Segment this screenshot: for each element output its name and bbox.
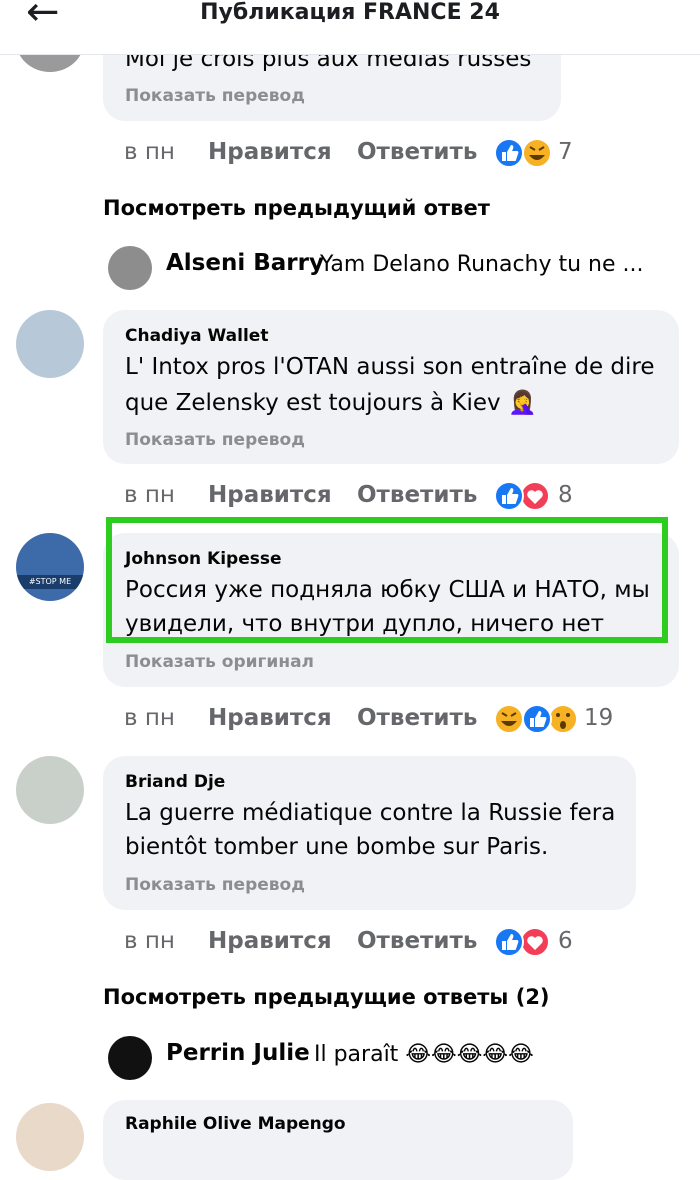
comment-bubble: Briand Dje La guerre médiatique contre l… — [103, 756, 636, 910]
show-original-link[interactable]: Показать оригинал — [125, 652, 314, 672]
view-previous-reply-link[interactable]: Посмотреть предыдущий ответ — [103, 196, 490, 220]
reactions-icon[interactable] — [493, 137, 553, 169]
reply-author: Perrin Julie — [166, 1040, 310, 1066]
like-button[interactable]: Нравится — [208, 478, 332, 512]
avatar-badge: #STOP ME — [16, 575, 84, 589]
laughing-emojis: 😂😂😂😂😂 — [405, 1042, 534, 1067]
reply-preview[interactable]: Alseni Barry Yam Delano Runachy tu ne ..… — [108, 246, 668, 292]
avatar[interactable] — [16, 310, 84, 378]
reply-preview[interactable]: Perrin Julie Il paraît 😂😂😂😂😂 — [108, 1036, 588, 1082]
comment-bubble: Chadiya Wallet L' Intox pros l'OTAN auss… — [103, 310, 679, 464]
reply-button[interactable]: Ответить — [357, 701, 477, 735]
comment-author[interactable]: Briand Dje — [125, 772, 225, 792]
like-button[interactable]: Нравится — [208, 924, 332, 958]
comment-actions: в пн Нравится Ответить 8 — [124, 478, 594, 512]
avatar[interactable] — [16, 756, 84, 824]
comment-actions: в пн Нравится Ответить 7 — [124, 135, 594, 169]
show-translation-link[interactable]: Показать перевод — [125, 875, 305, 895]
reaction-count[interactable]: 19 — [584, 701, 613, 735]
reply-button[interactable]: Ответить — [357, 478, 477, 512]
reaction-count[interactable]: 8 — [558, 478, 573, 512]
comment-time: в пн — [124, 139, 175, 165]
comment-author[interactable]: Raphile Olive Mapengo — [125, 1114, 346, 1134]
like-button[interactable]: Нравится — [208, 135, 332, 169]
comment-actions: в пн Нравится Ответить 19 — [124, 701, 624, 735]
show-translation-link[interactable]: Показать перевод — [125, 86, 305, 106]
comment-time: в пн — [124, 705, 175, 731]
page-title: Публикация FRANCE 24 — [200, 0, 500, 25]
reply-button[interactable]: Ответить — [357, 135, 477, 169]
comment-actions: в пн Нравится Ответить 6 — [124, 924, 594, 958]
comment-text-line-1: L' Intox pros l'OTAN aussi son entraîne … — [125, 354, 655, 380]
avatar — [108, 1036, 152, 1080]
reply-author: Alseni Barry — [166, 250, 324, 276]
view-previous-replies-link[interactable]: Посмотреть предыдущие ответы (2) — [103, 985, 550, 1009]
reactions-icon[interactable] — [493, 926, 553, 958]
comment-time: в пн — [124, 928, 175, 954]
highlight-frame — [106, 517, 668, 643]
comment-bubble: Raphile Olive Mapengo — [103, 1100, 573, 1180]
avatar[interactable] — [16, 1103, 84, 1171]
comment-text-line-2: que Zelensky est toujours à Kiev — [125, 390, 501, 416]
comment-time: в пн — [124, 482, 175, 508]
reply-button[interactable]: Ответить — [357, 924, 477, 958]
reaction-count[interactable]: 6 — [558, 924, 573, 958]
comment-text-line-2-wrap: que Zelensky est toujours à Kiev 🤦‍♀️ — [125, 386, 537, 420]
reply-snippet: Il paraît 😂😂😂😂😂 — [314, 1042, 534, 1067]
face-palm-emoji: 🤦‍♀️ — [507, 390, 537, 416]
reply-snippet: Yam Delano Runachy tu ne ... — [320, 252, 644, 277]
avatar — [108, 246, 152, 290]
show-translation-link[interactable]: Показать перевод — [125, 430, 305, 450]
comment-author[interactable]: Chadiya Wallet — [125, 326, 268, 346]
reactions-icon[interactable] — [493, 480, 553, 512]
reply-snippet-text: Il paraît — [314, 1042, 399, 1067]
reactions-icon[interactable] — [493, 703, 581, 735]
top-bar: ← Публикация FRANCE 24 — [0, 0, 700, 55]
avatar[interactable]: #STOP ME — [16, 533, 84, 601]
like-button[interactable]: Нравится — [208, 701, 332, 735]
reaction-count[interactable]: 7 — [558, 135, 573, 169]
comment-text-line-2: bientôt tomber une bombe sur Paris. — [125, 834, 549, 860]
comment-text-line-1: La guerre médiatique contre la Russie fe… — [125, 800, 616, 826]
